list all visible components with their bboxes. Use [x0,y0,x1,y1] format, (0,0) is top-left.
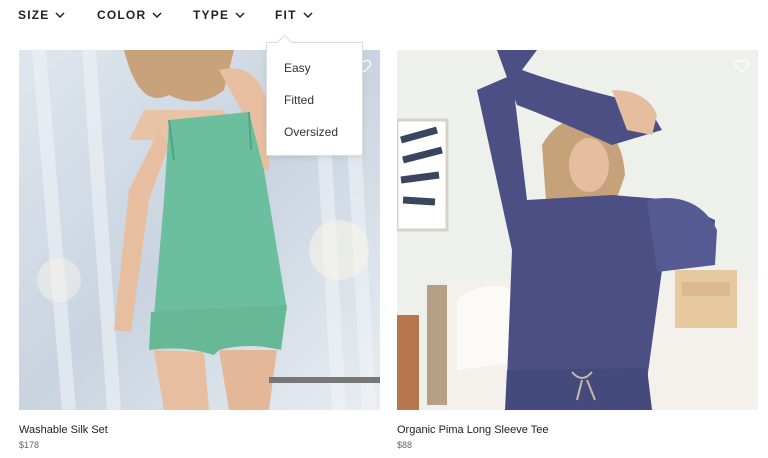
product-name[interactable]: Washable Silk Set [19,424,108,436]
chevron-down-icon [303,12,313,19]
product-image[interactable] [397,50,758,410]
product-name[interactable]: Organic Pima Long Sleeve Tee [397,424,548,436]
filter-type[interactable]: TYPE [193,8,245,22]
product-price: $178 [19,440,40,450]
filter-color[interactable]: COLOR [97,8,162,22]
filter-size-label: SIZE [18,8,50,22]
chevron-down-icon [152,12,162,19]
fit-option-oversized[interactable]: Oversized [284,125,338,139]
fit-dropdown-menu: Easy Fitted Oversized [266,34,363,156]
filter-fit-label: FIT [275,8,297,22]
fit-option-fitted[interactable]: Fitted [284,93,314,107]
product-price: $88 [397,440,413,450]
dropdown-caret [276,34,293,51]
filter-fit[interactable]: FIT [275,8,313,22]
filter-type-label: TYPE [193,8,230,22]
product-card[interactable]: Organic Pima Long Sleeve Tee $88 [397,50,758,450]
filter-size[interactable]: SIZE [18,8,66,22]
chevron-down-icon [55,12,66,19]
filter-color-label: COLOR [97,8,147,22]
chevron-down-icon [235,12,245,19]
heart-icon[interactable] [734,58,750,74]
fit-option-easy[interactable]: Easy [284,61,311,75]
product-photo [397,50,758,410]
